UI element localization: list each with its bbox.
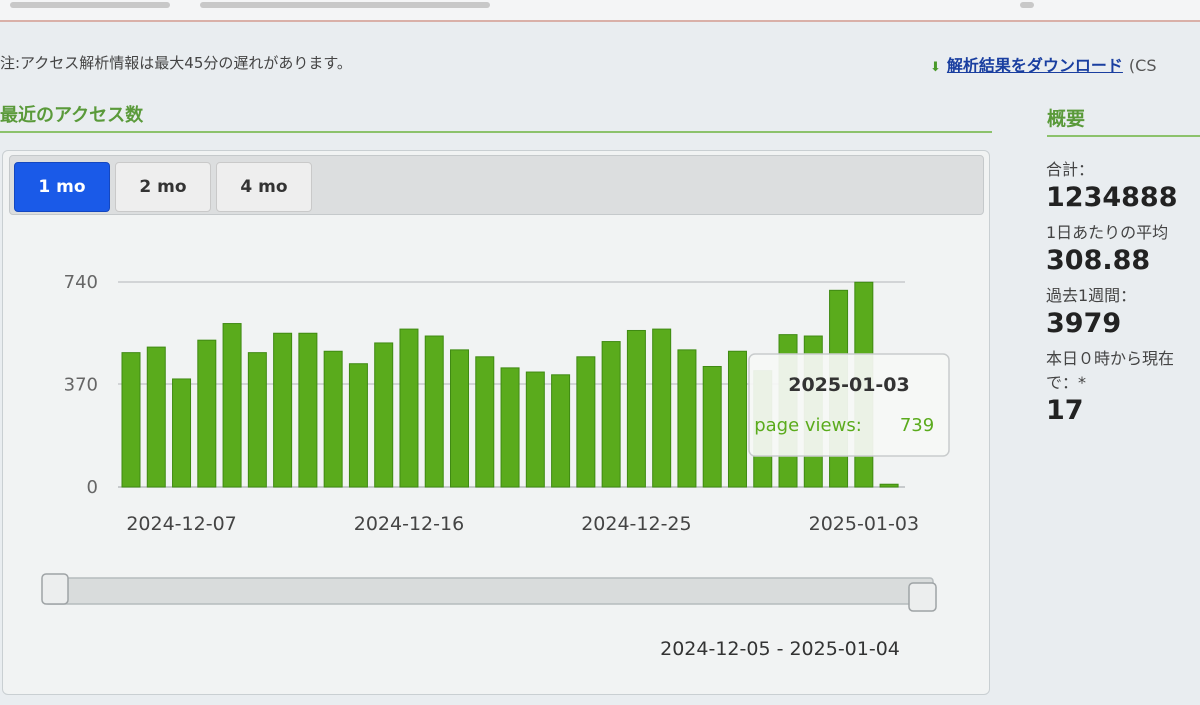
bar-2024-12-12[interactable] — [298, 332, 318, 488]
bar-2024-12-08[interactable] — [197, 339, 217, 488]
tooltip-date: 2025-01-03 — [788, 374, 910, 396]
y-tick-label: 740 — [64, 272, 98, 293]
bar-2024-12-10[interactable] — [247, 352, 267, 488]
y-tick-label: 370 — [64, 375, 98, 396]
tooltip-series-label: page views: — [754, 415, 862, 436]
bar-2024-12-05[interactable] — [121, 352, 141, 488]
x-tick-label: 2024-12-07 — [126, 513, 236, 535]
bar-2024-12-15[interactable] — [374, 342, 394, 488]
bar-2024-12-06[interactable] — [146, 346, 166, 488]
slider-start-handle[interactable] — [41, 573, 69, 605]
bar-2024-12-19[interactable] — [475, 356, 495, 488]
bar-2024-12-24[interactable] — [601, 341, 621, 488]
tooltip-value: 739 — [900, 415, 934, 436]
slider-end-handle[interactable] — [908, 582, 937, 612]
bar-2024-12-09[interactable] — [222, 323, 242, 488]
y-tick-label: 0 — [87, 477, 98, 498]
bar-2024-12-23[interactable] — [576, 356, 596, 488]
bar-2024-12-22[interactable] — [551, 374, 571, 488]
bar-2024-12-26[interactable] — [652, 328, 672, 488]
bar-2024-12-14[interactable] — [348, 363, 368, 488]
tooltip-box — [748, 353, 950, 457]
bar-2024-12-18[interactable] — [450, 349, 470, 488]
bar-2024-12-11[interactable] — [273, 332, 293, 488]
x-tick-label: 2025-01-03 — [809, 513, 919, 535]
bar-2024-12-27[interactable] — [677, 349, 697, 488]
bar-2024-12-20[interactable] — [500, 367, 520, 488]
x-tick-label: 2024-12-25 — [581, 513, 691, 535]
bar-2024-12-25[interactable] — [626, 329, 646, 488]
bar-2025-01-04[interactable] — [879, 483, 899, 488]
x-axis-ticks: 2024-12-07 2024-12-16 2024-12-25 2025-01-03 — [126, 513, 919, 535]
bar-2024-12-28[interactable] — [702, 365, 722, 488]
bar-2024-12-29[interactable] — [727, 350, 747, 488]
bar-2024-12-17[interactable] — [424, 335, 444, 488]
page-views-chart: 0370740 2024-12-07 2024-12-16 2024-12-25 20… — [41, 272, 950, 660]
bar-2024-12-07[interactable] — [172, 378, 192, 488]
x-tick-label: 2024-12-16 — [354, 513, 464, 535]
y-axis-ticks: 0 370 740 — [64, 272, 98, 498]
date-range-label: 2024-12-05 - 2025-01-04 — [660, 638, 900, 660]
bar-2024-12-21[interactable] — [525, 371, 545, 488]
slider-track[interactable] — [44, 577, 934, 605]
bar-2024-12-16[interactable] — [399, 328, 419, 488]
range-slider[interactable] — [41, 573, 937, 612]
tooltip: 2025-01-03 page views: 739 — [748, 353, 950, 457]
bar-2024-12-13[interactable] — [323, 350, 343, 488]
